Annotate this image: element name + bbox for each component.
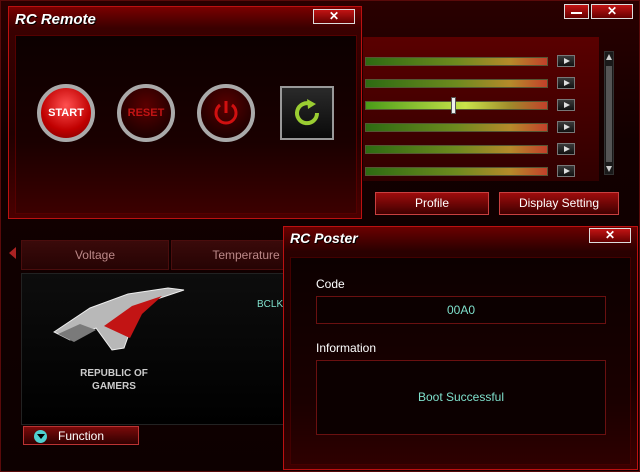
refresh-icon <box>295 99 320 126</box>
scroll-up-icon[interactable] <box>606 54 612 60</box>
play-button-1[interactable] <box>557 55 575 67</box>
tab-voltage[interactable]: Voltage <box>21 240 169 270</box>
expand-down-arrow-icon <box>37 434 45 439</box>
rc-poster-close-button[interactable]: ✕ <box>589 228 631 243</box>
slider-4[interactable] <box>365 123 548 132</box>
rc-remote-title: RC Remote <box>15 11 96 28</box>
minimize-button[interactable] <box>564 4 589 19</box>
rc-remote-close-button[interactable]: ✕ <box>313 9 355 24</box>
slider-3[interactable] <box>365 101 548 110</box>
tab-scroll-left-icon[interactable] <box>9 247 16 259</box>
logo-text-line1: REPUBLIC OF <box>80 368 148 379</box>
play-button-3[interactable] <box>557 99 575 111</box>
play-button-6[interactable] <box>557 165 575 177</box>
rog-logo-icon <box>53 287 185 351</box>
rc-poster-title: RC Poster <box>290 230 358 246</box>
rc-remote-panel: START RESET <box>15 35 357 214</box>
power-icon <box>214 101 238 125</box>
slider-3-thumb[interactable] <box>451 97 456 114</box>
refresh-button[interactable] <box>280 86 334 140</box>
scroll-down-icon[interactable] <box>606 166 612 172</box>
information-field: Boot Successful <box>316 360 606 435</box>
play-button-4[interactable] <box>557 121 575 133</box>
display-setting-button[interactable]: Display Setting <box>499 192 619 215</box>
code-field: 00A0 <box>316 296 606 324</box>
rc-remote-window: RC Remote ✕ START RESET <box>8 6 362 219</box>
slider-2[interactable] <box>365 79 548 88</box>
scroll-thumb[interactable] <box>606 66 612 162</box>
slider-1[interactable] <box>365 57 548 66</box>
function-label: Function <box>58 429 105 443</box>
content-panel: REPUBLIC OF GAMERS BCLK <box>21 273 296 425</box>
slider-6[interactable] <box>365 167 548 176</box>
information-label: Information <box>316 341 377 355</box>
main-close-button[interactable]: ✕ <box>591 4 633 19</box>
logo-text-line2: GAMERS <box>92 381 136 392</box>
vertical-scrollbar[interactable] <box>604 51 614 175</box>
play-button-2[interactable] <box>557 77 575 89</box>
power-button[interactable] <box>197 84 255 142</box>
rc-poster-window: RC Poster ✕ Code 00A0 Information Boot S… <box>283 226 638 470</box>
reset-button[interactable]: RESET <box>117 84 175 142</box>
slider-5[interactable] <box>365 145 548 154</box>
function-button[interactable]: Function <box>23 426 139 445</box>
code-label: Code <box>316 277 345 291</box>
play-button-5[interactable] <box>557 143 575 155</box>
profile-button[interactable]: Profile <box>375 192 489 215</box>
start-button[interactable]: START <box>37 84 95 142</box>
bclk-label: BCLK <box>257 299 284 310</box>
